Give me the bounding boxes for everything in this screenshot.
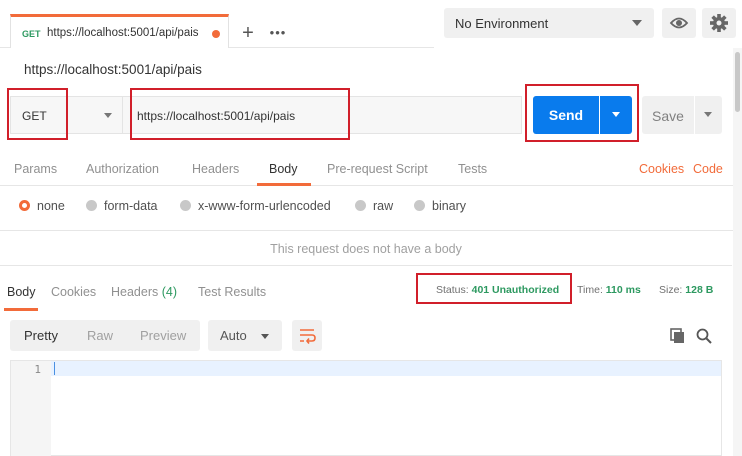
request-tab-url: https://localhost:5001/api/pais: [47, 27, 199, 39]
size-readout: Size: 128 B: [659, 284, 713, 296]
active-response-tab-indicator: [4, 308, 38, 311]
copy-icon[interactable]: [668, 326, 688, 346]
search-icon[interactable]: [694, 326, 714, 346]
response-tab-body[interactable]: Body: [7, 285, 36, 299]
code-link[interactable]: Code: [693, 162, 723, 176]
response-tab-test-results[interactable]: Test Results: [198, 285, 266, 299]
text-cursor: [54, 362, 55, 375]
new-tab-button[interactable]: +: [235, 22, 261, 46]
status-label: Status:: [436, 284, 469, 296]
format-pretty[interactable]: Pretty: [24, 328, 58, 343]
time-readout: Time: 110 ms: [577, 284, 641, 296]
tab-body[interactable]: Body: [269, 162, 298, 176]
save-options-button[interactable]: [695, 96, 722, 134]
active-tab-indicator: [257, 183, 311, 186]
status-value: 401 Unauthorized: [471, 284, 560, 296]
response-header: Body Cookies Headers (4) Test Results St…: [0, 270, 742, 312]
size-label: Size:: [659, 284, 683, 296]
time-label: Time:: [577, 284, 603, 296]
radio-label: none: [37, 199, 65, 213]
environment-select-value: No Environment: [455, 16, 549, 31]
radio-label: binary: [432, 199, 467, 213]
chevron-down-icon: [104, 113, 112, 118]
size-value: 128 B: [685, 284, 714, 296]
chevron-down-icon: [612, 112, 620, 117]
tab-pre-request-script[interactable]: Pre-request Script: [327, 162, 428, 176]
url-input[interactable]: https://localhost:5001/api/pais: [122, 96, 522, 134]
format-tabs: Pretty Raw Preview: [10, 320, 200, 351]
environment-select[interactable]: No Environment: [444, 8, 654, 38]
more-tabs-button[interactable]: •••: [264, 22, 292, 46]
chevron-down-icon: [632, 20, 642, 26]
wrap-lines-button[interactable]: [292, 320, 322, 351]
language-select-value: Auto: [220, 328, 247, 343]
format-raw[interactable]: Raw: [87, 328, 113, 343]
radio-label: form-data: [104, 199, 158, 213]
headers-count: (4): [161, 285, 178, 299]
eye-icon: [669, 17, 689, 29]
radio-unselected-icon: [180, 200, 191, 211]
format-preview[interactable]: Preview: [140, 328, 186, 343]
radio-unselected-icon: [86, 200, 97, 211]
status-readout: Status: 401 Unauthorized: [436, 284, 559, 296]
radio-form-data[interactable]: form-data: [86, 199, 158, 213]
request-tab[interactable]: GET https://localhost:5001/api/pais: [10, 14, 229, 48]
unsaved-dot-icon: [212, 30, 220, 38]
method-select-value: GET: [22, 109, 47, 123]
request-tabs: Params Authorization Headers Body Pre-re…: [0, 153, 742, 186]
request-title: https://localhost:5001/api/pais: [24, 62, 202, 77]
response-tab-cookies[interactable]: Cookies: [51, 285, 96, 299]
response-tab-headers[interactable]: Headers (4): [111, 285, 177, 299]
response-body-editor[interactable]: 1: [10, 360, 722, 456]
send-button[interactable]: Send: [533, 96, 599, 134]
radio-none[interactable]: none: [19, 199, 65, 213]
tab-headers[interactable]: Headers: [192, 162, 239, 176]
radio-x-www-form-urlencoded[interactable]: x-www-form-urlencoded: [180, 199, 331, 213]
response-tab-headers-label: Headers: [111, 285, 159, 299]
radio-label: x-www-form-urlencoded: [198, 199, 331, 213]
environment-quick-look-button[interactable]: [662, 8, 696, 38]
radio-unselected-icon: [414, 200, 425, 211]
gear-icon: [710, 14, 728, 32]
save-button[interactable]: Save: [642, 96, 694, 134]
time-value: 110 ms: [605, 284, 641, 296]
radio-binary[interactable]: binary: [414, 199, 466, 213]
method-select[interactable]: GET: [10, 96, 122, 134]
cookies-link[interactable]: Cookies: [639, 162, 684, 176]
settings-button[interactable]: [702, 8, 736, 38]
body-mode-radios: none form-data x-www-form-urlencoded raw…: [0, 187, 742, 231]
active-line-highlight: [11, 361, 721, 376]
tab-params[interactable]: Params: [14, 162, 57, 176]
scrollbar-thumb[interactable]: [735, 52, 740, 112]
chevron-down-icon: [261, 334, 269, 339]
request-tab-method: GET: [22, 29, 41, 39]
radio-label: raw: [373, 199, 394, 213]
send-button-label: Send: [548, 107, 584, 123]
radio-unselected-icon: [355, 200, 366, 211]
chevron-down-icon: [704, 112, 712, 117]
save-button-label: Save: [652, 108, 684, 124]
wrap-lines-icon: [300, 329, 316, 344]
radio-raw[interactable]: raw: [355, 199, 393, 213]
url-input-value: https://localhost:5001/api/pais: [137, 109, 296, 123]
tab-authorization[interactable]: Authorization: [86, 162, 159, 176]
radio-selected-icon: [19, 200, 30, 211]
no-body-message: This request does not have a body: [0, 232, 732, 266]
tab-tests[interactable]: Tests: [458, 162, 487, 176]
send-options-button[interactable]: [600, 96, 632, 134]
line-number: 1: [34, 363, 41, 376]
language-select[interactable]: Auto: [208, 320, 282, 351]
